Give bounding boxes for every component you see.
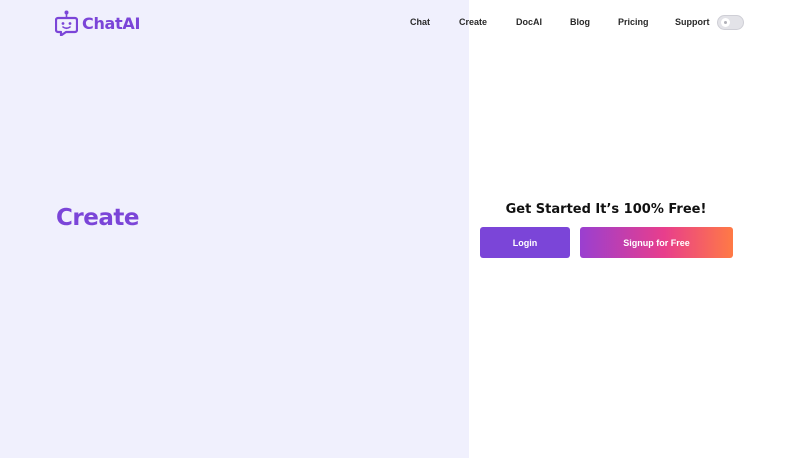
nav-item-create[interactable]: Create: [459, 17, 487, 27]
theme-toggle[interactable]: [717, 15, 744, 30]
login-button[interactable]: Login: [480, 227, 570, 258]
cta-heading: Get Started It’s 100% Free!: [505, 202, 707, 217]
page-title: Create: [56, 205, 139, 231]
main-nav: Chat Create DocAI Blog Pricing Support: [0, 17, 800, 31]
nav-item-chat[interactable]: Chat: [410, 17, 430, 27]
nav-item-support[interactable]: Support: [675, 17, 710, 27]
nav-item-pricing[interactable]: Pricing: [618, 17, 649, 27]
signup-button[interactable]: Signup for Free: [580, 227, 733, 258]
theme-toggle-icon: [721, 18, 730, 27]
nav-item-blog[interactable]: Blog: [570, 17, 590, 27]
nav-item-docai[interactable]: DocAI: [516, 17, 542, 27]
